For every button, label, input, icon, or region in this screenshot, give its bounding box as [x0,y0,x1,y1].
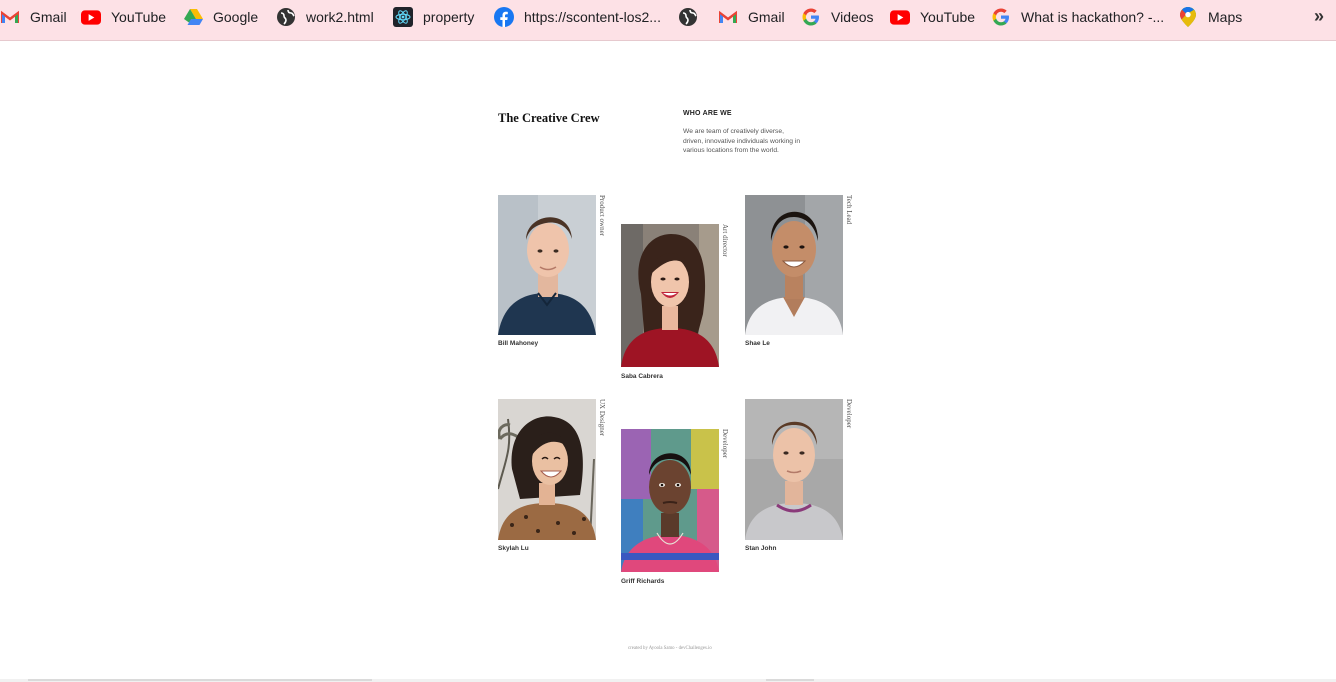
bookmark-google[interactable]: Google [183,0,258,34]
youtube-icon [81,7,101,27]
team-member-photo [621,224,719,367]
team-member-photo [745,399,843,540]
team-member-name: Skylah Lu [498,545,529,552]
who-are-we-text: We are team of creatively diverse, drive… [683,128,801,155]
footer-credit: created by Ayoola Samo - devChallenges.i… [628,646,712,651]
bookmarks-bar: Gmail YouTube Google work2.html property… [0,0,1336,41]
team-member-name: Griff Richards [621,578,665,585]
globe-icon [678,7,698,27]
page-title: The Creative Crew [498,111,600,125]
team-member-name: Bill Mahoney [498,340,539,347]
team-member-role: Developer [845,399,853,429]
team-member-name: Stan John [745,545,777,552]
bookmark-hackathon[interactable]: What is hackathon? -... [991,0,1164,34]
bookmark-youtube[interactable]: YouTube [81,0,166,34]
google-icon [801,7,821,27]
bookmark-label: YouTube [111,9,167,25]
team-member-photo [498,195,596,335]
team-member-role: Product owner [598,195,606,237]
bookmark-label: Videos [831,9,874,25]
team-member-name: Saba Cabrera [621,373,663,380]
team-member-photo [621,429,719,572]
team-member-name: Shae Le [745,340,770,347]
scrollbar-segment [28,679,372,681]
team-member-role: Developer [721,429,729,459]
bookmark-label: Gmail [748,9,785,25]
scrollbar-segment [766,679,814,681]
react-icon [393,7,413,27]
google-icon [991,7,1011,27]
team-member-role: Art director [721,224,729,257]
who-are-we-heading: WHO ARE WE [683,110,732,117]
bookmark-label: Maps [1208,9,1243,25]
gmail-icon [718,7,738,27]
team-member-photo [745,195,843,335]
gmail-icon [0,7,20,27]
youtube-icon [890,7,910,27]
bookmark-videos[interactable]: Videos [801,0,874,34]
bookmark-label: What is hackathon? -... [1021,9,1165,25]
team-member-role: Tech Lead [845,195,853,225]
bookmarks-overflow-button[interactable]: » [1314,6,1324,27]
bookmark-gmail-2[interactable]: Gmail [718,0,785,34]
bookmark-label: work2.html [306,9,374,25]
globe-icon [276,7,296,27]
bookmark-property[interactable]: property [393,0,474,34]
bookmark-work2[interactable]: work2.html [276,0,374,34]
bookmark-label: property [423,9,475,25]
bookmark-globe[interactable] [678,0,708,34]
team-member-role: UX Designer [598,399,606,437]
bookmark-youtube-2[interactable]: YouTube [890,0,975,34]
bookmark-gmail[interactable]: Gmail [0,0,67,34]
facebook-icon [494,7,514,27]
bookmark-label: https://scontent-los2... [524,9,661,25]
bookmark-label: Gmail [30,9,67,25]
bookmark-label: Google [213,9,259,25]
google-maps-icon [1178,7,1198,27]
bookmark-facebook-link[interactable]: https://scontent-los2... [494,0,661,34]
team-member-photo [498,399,596,540]
bookmark-label: YouTube [920,9,976,25]
google-drive-icon [183,7,203,27]
bookmark-maps[interactable]: Maps [1178,0,1242,34]
